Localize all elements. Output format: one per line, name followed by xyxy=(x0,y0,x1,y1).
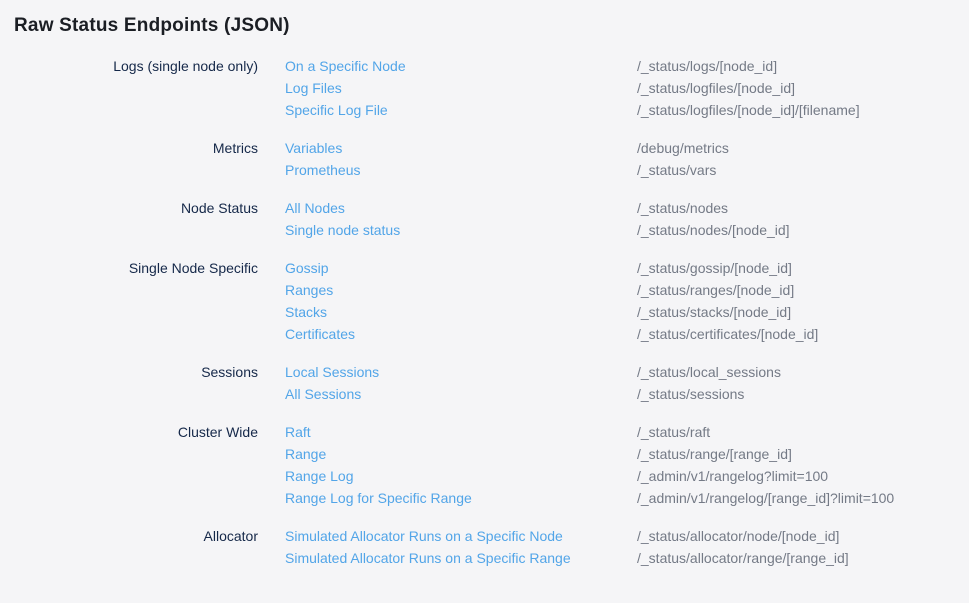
endpoint-row: Gossip /_status/gossip/[node_id] xyxy=(285,257,955,279)
section-category-label: Logs (single node only) xyxy=(14,55,258,121)
endpoint-row: All Sessions /_status/sessions xyxy=(285,383,955,405)
endpoint-section: Allocator Simulated Allocator Runs on a … xyxy=(14,525,955,569)
section-rows: All Nodes /_status/nodes Single node sta… xyxy=(285,197,955,241)
endpoint-row: Local Sessions /_status/local_sessions xyxy=(285,361,955,383)
section-rows: Gossip /_status/gossip/[node_id] Ranges … xyxy=(285,257,955,345)
endpoint-row: Specific Log File /_status/logfiles/[nod… xyxy=(285,99,955,121)
endpoint-section: Sessions Local Sessions /_status/local_s… xyxy=(14,361,955,405)
endpoint-link[interactable]: Ranges xyxy=(285,279,637,301)
endpoint-row: Ranges /_status/ranges/[node_id] xyxy=(285,279,955,301)
endpoint-link[interactable]: Range Log xyxy=(285,465,637,487)
endpoint-link[interactable]: Simulated Allocator Runs on a Specific R… xyxy=(285,547,637,569)
section-rows: On a Specific Node /_status/logs/[node_i… xyxy=(285,55,955,121)
endpoint-section: Single Node Specific Gossip /_status/gos… xyxy=(14,257,955,345)
section-rows: Local Sessions /_status/local_sessions A… xyxy=(285,361,955,405)
endpoint-path: /_status/logfiles/[node_id]/[filename] xyxy=(637,99,860,121)
endpoint-section: Logs (single node only) On a Specific No… xyxy=(14,55,955,121)
endpoint-link[interactable]: Variables xyxy=(285,137,637,159)
endpoint-row: Range Log /_admin/v1/rangelog?limit=100 xyxy=(285,465,955,487)
endpoint-link[interactable]: Stacks xyxy=(285,301,637,323)
section-rows: Raft /_status/raft Range /_status/range/… xyxy=(285,421,955,509)
endpoint-row: Single node status /_status/nodes/[node_… xyxy=(285,219,955,241)
section-category-label: Allocator xyxy=(14,525,258,569)
endpoint-path: /_status/certificates/[node_id] xyxy=(637,323,818,345)
endpoint-path: /_status/vars xyxy=(637,159,716,181)
section-category-label: Node Status xyxy=(14,197,258,241)
endpoint-link[interactable]: Simulated Allocator Runs on a Specific N… xyxy=(285,525,637,547)
endpoint-path: /_status/allocator/range/[range_id] xyxy=(637,547,849,569)
endpoint-path: /_status/logfiles/[node_id] xyxy=(637,77,795,99)
endpoint-link[interactable]: All Sessions xyxy=(285,383,637,405)
endpoint-path: /_status/range/[range_id] xyxy=(637,443,792,465)
section-category-label: Cluster Wide xyxy=(14,421,258,509)
endpoint-row: Range Log for Specific Range /_admin/v1/… xyxy=(285,487,955,509)
endpoint-path: /_status/logs/[node_id] xyxy=(637,55,777,77)
endpoint-link[interactable]: On a Specific Node xyxy=(285,55,637,77)
endpoint-row: Simulated Allocator Runs on a Specific N… xyxy=(285,525,955,547)
endpoint-row: Raft /_status/raft xyxy=(285,421,955,443)
section-rows: Variables /debug/metrics Prometheus /_st… xyxy=(285,137,955,181)
endpoint-path: /_status/stacks/[node_id] xyxy=(637,301,791,323)
endpoint-link[interactable]: Certificates xyxy=(285,323,637,345)
endpoint-row: Stacks /_status/stacks/[node_id] xyxy=(285,301,955,323)
endpoint-row: On a Specific Node /_status/logs/[node_i… xyxy=(285,55,955,77)
endpoint-link[interactable]: Local Sessions xyxy=(285,361,637,383)
endpoint-section: Metrics Variables /debug/metrics Prometh… xyxy=(14,137,955,181)
endpoint-row: Simulated Allocator Runs on a Specific R… xyxy=(285,547,955,569)
endpoint-link[interactable]: Gossip xyxy=(285,257,637,279)
endpoint-row: Log Files /_status/logfiles/[node_id] xyxy=(285,77,955,99)
section-category-label: Single Node Specific xyxy=(14,257,258,345)
endpoint-row: Range /_status/range/[range_id] xyxy=(285,443,955,465)
endpoint-link[interactable]: Prometheus xyxy=(285,159,637,181)
endpoint-path: /_status/allocator/node/[node_id] xyxy=(637,525,839,547)
endpoint-row: Certificates /_status/certificates/[node… xyxy=(285,323,955,345)
section-category-label: Sessions xyxy=(14,361,258,405)
endpoint-path: /_status/raft xyxy=(637,421,710,443)
endpoint-section: Cluster Wide Raft /_status/raft Range /_… xyxy=(14,421,955,509)
endpoint-path: /_status/ranges/[node_id] xyxy=(637,279,794,301)
section-category-label: Metrics xyxy=(14,137,258,181)
endpoint-link[interactable]: Range Log for Specific Range xyxy=(285,487,637,509)
page-title: Raw Status Endpoints (JSON) xyxy=(14,15,955,37)
endpoint-path: /_status/nodes/[node_id] xyxy=(637,219,790,241)
endpoint-path: /debug/metrics xyxy=(637,137,729,159)
endpoint-section: Node Status All Nodes /_status/nodes Sin… xyxy=(14,197,955,241)
endpoint-path: /_admin/v1/rangelog?limit=100 xyxy=(637,465,828,487)
endpoint-row: All Nodes /_status/nodes xyxy=(285,197,955,219)
endpoint-link[interactable]: Log Files xyxy=(285,77,637,99)
endpoint-row: Prometheus /_status/vars xyxy=(285,159,955,181)
endpoint-path: /_status/local_sessions xyxy=(637,361,781,383)
endpoint-link[interactable]: Specific Log File xyxy=(285,99,637,121)
endpoint-row: Variables /debug/metrics xyxy=(285,137,955,159)
endpoint-path: /_status/gossip/[node_id] xyxy=(637,257,792,279)
endpoint-sections: Logs (single node only) On a Specific No… xyxy=(14,55,955,569)
endpoint-path: /_status/nodes xyxy=(637,197,728,219)
endpoint-link[interactable]: Raft xyxy=(285,421,637,443)
endpoint-link[interactable]: All Nodes xyxy=(285,197,637,219)
endpoint-path: /_status/sessions xyxy=(637,383,744,405)
section-rows: Simulated Allocator Runs on a Specific N… xyxy=(285,525,955,569)
raw-status-endpoints-page: Raw Status Endpoints (JSON) Logs (single… xyxy=(0,0,969,569)
endpoint-link[interactable]: Range xyxy=(285,443,637,465)
endpoint-path: /_admin/v1/rangelog/[range_id]?limit=100 xyxy=(637,487,894,509)
endpoint-link[interactable]: Single node status xyxy=(285,219,637,241)
